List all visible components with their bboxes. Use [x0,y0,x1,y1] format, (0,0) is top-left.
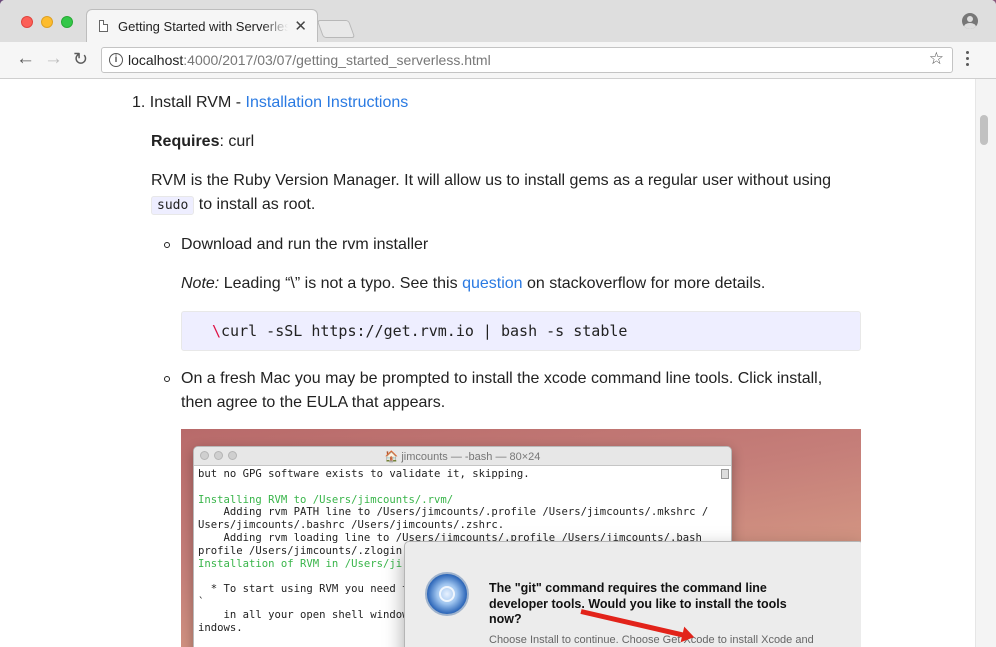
terminal-line: Users/jimcounts/.bashrc /Users/jimcounts… [198,519,505,532]
terminal-line: but no GPG software exists to validate i… [198,468,530,480]
list-number: 1. [132,94,146,111]
note-after: on stackoverflow for more details. [522,275,766,292]
list-item-text: Install RVM - [149,94,246,111]
terminal-titlebar: 🏠 jimcounts — -bash — 80×24 [194,447,731,466]
profile-icon[interactable] [962,13,978,29]
minimize-window-button[interactable] [41,16,53,28]
list-item-1: 1. Install RVM - Installation Instructio… [132,94,408,112]
maximize-window-button[interactable] [61,16,73,28]
bullet-marker [164,376,170,382]
note-before: Leading “\” is not a typo. See this [219,275,463,292]
dialog-subtext: Choose Install to continue. Choose Get X… [489,634,814,646]
browser-window: Getting Started with Serverless ✕ ← → ↻ … [0,0,996,647]
bullet-marker [164,242,170,248]
rvm-paragraph-line2: sudo to install as root. [151,196,316,215]
bullet-download: Download and run the rvm installer [181,236,429,253]
forward-arrow-icon[interactable]: → [44,48,63,70]
back-arrow-icon[interactable]: ← [16,48,35,70]
dialog-message: The "git" command requires the command l… [489,581,787,626]
question-link[interactable]: question [462,275,523,292]
terminal-scroll-icon [721,469,729,479]
requires-value: : curl [219,133,255,150]
scrollbar-thumb[interactable] [980,115,988,145]
software-update-icon [425,572,469,616]
code-command: curl -sSL https://get.rvm.io | bash -s s… [221,322,628,340]
bookmark-star-icon[interactable]: ☆ [929,49,944,69]
tab-strip: Getting Started with Serverless ✕ [0,0,996,43]
bullet-xcode-line2: then agree to the EULA that appears. [181,394,446,411]
page-content: 1. Install RVM - Installation Instructio… [0,79,975,647]
address-bar[interactable]: i localhost:4000/2017/03/07/getting_star… [101,47,953,73]
requires-label: Requires [151,133,220,150]
install-tools-dialog: The "git" command requires the command l… [404,541,861,647]
code-block: \curl -sSL https://get.rvm.io | bash -s … [181,311,861,351]
terminal-title: 🏠 jimcounts — -bash — 80×24 [384,451,541,463]
inline-code-sudo: sudo [151,196,195,215]
url-host: localhost [128,52,184,68]
tab-title: Getting Started with Serverless [118,19,288,34]
terminal-line: Installing RVM to /Users/jimcounts/.rvm/ [198,493,454,506]
requires-line: Requires: curl [151,133,254,151]
info-icon[interactable]: i [109,53,123,67]
tab-active[interactable]: Getting Started with Serverless ✕ [86,9,318,43]
installation-instructions-link[interactable]: Installation Instructions [246,94,409,111]
kebab-menu-icon[interactable] [966,51,970,69]
note-label: Note: [181,275,220,292]
document-icon [99,20,108,32]
embedded-screenshot: 🏠 jimcounts — -bash — 80×24 but no GPG s… [181,429,861,647]
code-text: \curl -sSL https://get.rvm.io | bash -s … [212,322,627,340]
bullet-xcode-line1: On a fresh Mac you may be prompted to in… [181,370,823,387]
close-window-button[interactable] [21,16,33,28]
rvm-paragraph-line1: RVM is the Ruby Version Manager. It will… [151,172,832,189]
code-escape: \ [212,322,222,340]
new-tab-button[interactable] [316,20,356,38]
page-scrollbar[interactable] [975,79,996,647]
rvm-paragraph-tail: to install as root. [194,196,316,213]
url-text: localhost:4000/2017/03/07/getting_starte… [128,52,491,68]
reload-icon[interactable]: ↻ [73,48,88,70]
toolbar: ← → ↻ i localhost:4000/2017/03/07/gettin… [0,42,996,79]
url-path: :4000/2017/03/07/getting_started_serverl… [183,52,491,68]
terminal-line: Adding rvm PATH line to /Users/jimcounts… [198,506,709,519]
note-line: Note: Leading “\” is not a typo. See thi… [181,275,765,293]
tab-close-icon[interactable]: ✕ [294,17,307,35]
